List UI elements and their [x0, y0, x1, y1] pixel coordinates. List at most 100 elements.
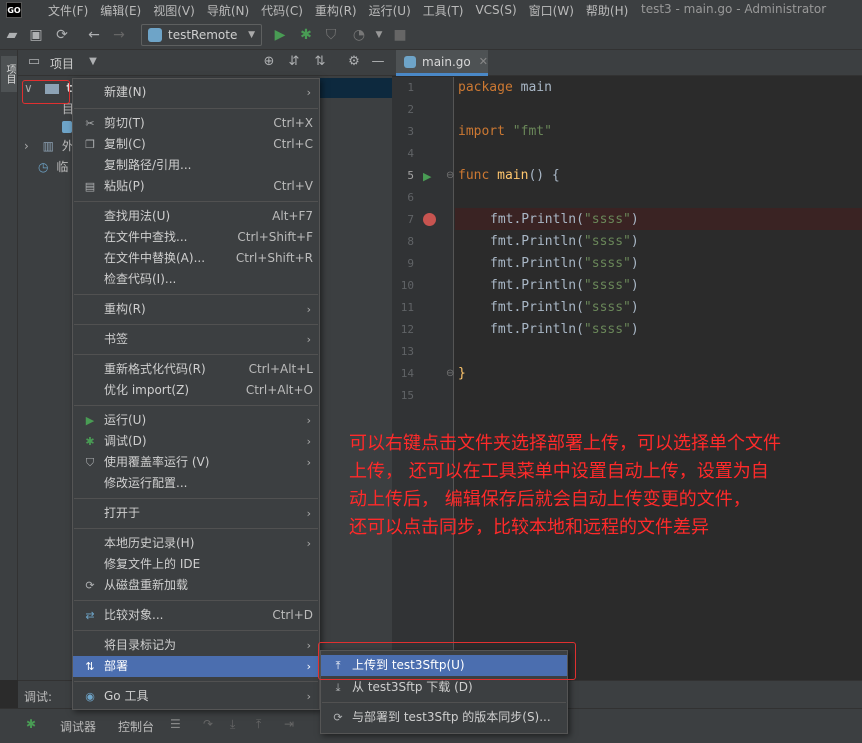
run-icon[interactable]: ▶ [271, 26, 289, 44]
code-text: ) [630, 300, 639, 315]
menu-mark-directory[interactable]: 将目录标记为 › [73, 635, 319, 656]
menu-copy-path[interactable]: 复制路径/引用... [73, 155, 319, 176]
menu-shortcut: Alt+F7 [272, 209, 313, 223]
menu-replace-in-files[interactable]: 在文件中替换(A)... Ctrl+Shift+R [73, 248, 319, 269]
code-line: fmt.Println("ssss") [490, 209, 639, 231]
tree-external-libraries[interactable]: › ▥ 外 [24, 136, 74, 156]
menu-window[interactable]: 窗口(W) [523, 2, 580, 19]
menu-vcs[interactable]: VCS(S) [469, 3, 522, 17]
menu-reload-from-disk[interactable]: ⟳ 从磁盘重新加载 [73, 575, 319, 596]
gear-icon[interactable]: ⚙ [346, 54, 362, 70]
forward-icon[interactable]: → [110, 26, 128, 44]
menu-reformat-code[interactable]: 重新格式化代码(R) Ctrl+Alt+L [73, 359, 319, 380]
menu-refactor[interactable]: 重构(R) › [73, 299, 319, 320]
fold-icon[interactable]: ⊖ [446, 170, 454, 181]
sync-icon[interactable]: ⟳ [53, 26, 71, 44]
menu-cut[interactable]: ✂ 剪切(T) Ctrl+X [73, 113, 319, 134]
menu-debug[interactable]: ✱ 调试(D) › [73, 431, 319, 452]
menu-code[interactable]: 代码(C) [255, 2, 309, 19]
menu-run[interactable]: 运行(U) [363, 2, 417, 19]
line-number: 13 [400, 345, 414, 358]
menu-find-in-files[interactable]: 在文件中查找... Ctrl+Shift+F [73, 227, 319, 248]
save-icon[interactable]: ▣ [27, 26, 45, 44]
menu-separator [74, 354, 318, 355]
tree-go-file[interactable] [62, 116, 72, 136]
menu-item-label: 复制(C) [104, 137, 146, 151]
expand-all-icon[interactable]: ⇵ [286, 54, 302, 70]
tab-main-go[interactable]: main.go ✕ [396, 50, 488, 76]
menu-separator [74, 294, 318, 295]
run-config-selector[interactable]: testRemote ▼ [141, 24, 262, 46]
tree-scratches[interactable]: ◷ 临 [38, 157, 68, 177]
menu-item-label: 重新格式化代码(R) [104, 362, 206, 376]
menu-deployment[interactable]: ⇅ 部署 › [73, 656, 319, 677]
code-text: fmt.Println( [490, 278, 584, 293]
tab-console[interactable]: 控制台 [118, 718, 154, 735]
view-dropdown-icon[interactable]: ▼ [85, 54, 101, 70]
locate-icon[interactable]: ⊕ [261, 54, 277, 70]
menu-local-history[interactable]: 本地历史记录(H) › [73, 533, 319, 554]
menu-sync-with-deployed[interactable]: ⟳ 与部署到 test3Sftp 的版本同步(S)... [321, 707, 567, 728]
menu-compare-with[interactable]: ⇄ 比较对象... Ctrl+D [73, 605, 319, 626]
menu-repair-ide[interactable]: 修复文件上的 IDE [73, 554, 319, 575]
run-gutter-icon[interactable]: ▶ [423, 170, 431, 183]
menu-icon[interactable]: ☰ [170, 717, 181, 731]
menu-inspect-code[interactable]: 检查代码(I)... [73, 269, 319, 290]
menu-help[interactable]: 帮助(H) [580, 2, 634, 19]
menu-bookmarks[interactable]: 书签 › [73, 329, 319, 350]
code-text: () { [528, 168, 560, 183]
tab-debugger[interactable]: 调试器 [60, 718, 96, 735]
menu-download-from-sftp[interactable]: ⤓ 从 test3Sftp 下载 (D) [321, 677, 567, 698]
line-number: 7 [407, 213, 414, 226]
profile-icon[interactable]: ◔ [350, 26, 368, 44]
run-to-cursor-icon[interactable]: ⇥ [284, 717, 294, 731]
menu-modify-run-config[interactable]: 修改运行配置... [73, 473, 319, 494]
step-over-icon[interactable]: ↷ [203, 717, 213, 731]
menu-run[interactable]: ▶ 运行(U) › [73, 410, 319, 431]
project-panel-title: 项目 [50, 57, 75, 71]
menu-run-with-coverage[interactable]: ⛉ 使用覆盖率运行 (V) › [73, 452, 319, 473]
menu-item-label: 新建(N) [104, 85, 147, 99]
project-panel-header: ▭ 项目 ▼ ⊕ ⇵ ⇅ ⚙ — [18, 50, 392, 76]
menu-edit[interactable]: 编辑(E) [94, 2, 147, 19]
menu-view[interactable]: 视图(V) [147, 2, 201, 19]
menu-paste[interactable]: ▤ 粘贴(P) Ctrl+V [73, 176, 319, 197]
collapse-all-icon[interactable]: ⇅ [312, 54, 328, 70]
code-line: fmt.Println("ssss") [490, 231, 639, 253]
menu-item-label: 调试(D) [104, 434, 147, 448]
more-dropdown-icon[interactable]: ▼ [370, 26, 388, 44]
breakpoint-icon[interactable] [423, 213, 436, 226]
fold-icon[interactable]: ⊖ [446, 368, 454, 379]
menu-refactor[interactable]: 重构(R) [309, 2, 363, 19]
debug-icon[interactable]: ✱ [297, 26, 315, 44]
code-line: package main [458, 77, 552, 99]
menu-copy[interactable]: ❐ 复制(C) Ctrl+C [73, 134, 319, 155]
minimize-icon[interactable]: — [370, 54, 386, 70]
step-into-icon[interactable]: ⤓ [230, 717, 235, 732]
menu-new[interactable]: 新建(N) › [73, 82, 319, 103]
menu-shortcut: Ctrl+D [272, 608, 313, 622]
coverage-icon[interactable]: ⛉ [322, 26, 340, 44]
menu-open-in[interactable]: 打开于 › [73, 503, 319, 524]
menu-optimize-imports[interactable]: 优化 import(Z) Ctrl+Alt+O [73, 380, 319, 401]
window-title: test3 - main.go - Administrator [641, 2, 827, 16]
stop-icon[interactable]: ■ [391, 26, 409, 44]
open-folder-icon[interactable]: ▰ [3, 26, 21, 44]
chevron-down-icon: ▼ [248, 30, 255, 40]
menu-navigate[interactable]: 导航(N) [201, 2, 255, 19]
line-number: 3 [407, 125, 414, 138]
code-text: ) [630, 322, 639, 337]
menu-item-label: 剪切(T) [104, 116, 145, 130]
menu-find-usages[interactable]: 查找用法(U) Alt+F7 [73, 206, 319, 227]
menu-tools[interactable]: 工具(T) [417, 2, 470, 19]
code-editor[interactable]: package main import "fmt" func main() { … [455, 77, 862, 657]
close-icon[interactable]: ✕ [479, 55, 488, 68]
code-line: } [458, 366, 466, 381]
menu-go-tools[interactable]: ◉ Go 工具 › [73, 686, 319, 707]
menu-file[interactable]: 文件(F) [42, 2, 94, 19]
back-icon[interactable]: ← [85, 26, 103, 44]
context-menu: 新建(N) › ✂ 剪切(T) Ctrl+X ❐ 复制(C) Ctrl+C 复制路径/引用… [72, 78, 320, 710]
step-out-icon[interactable]: ⤒ [256, 717, 261, 732]
project-tool-tab[interactable]: 项目 [1, 56, 17, 92]
menu-item-label: 复制路径/引用... [104, 158, 192, 172]
